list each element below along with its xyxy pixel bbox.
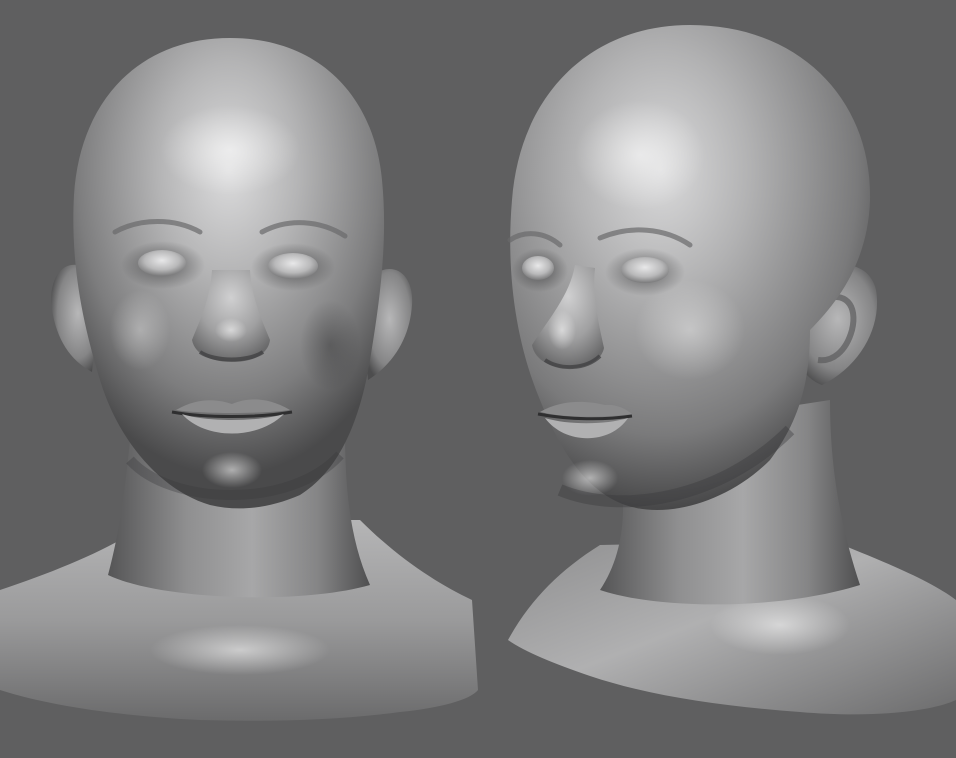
front-left-eye (138, 250, 186, 276)
tq-cheek-highlight (635, 280, 745, 380)
front-chin-highlight (202, 452, 262, 488)
front-right-cheek-shade (300, 300, 360, 390)
front-nose-tip-highlight (215, 318, 247, 342)
tq-right-eye (621, 257, 669, 283)
front-chest-sheen (150, 625, 330, 675)
sculpt-viewport[interactable] (0, 0, 956, 758)
three-quarter-view-bust[interactable] (507, 25, 956, 715)
tq-nose-highlight (548, 310, 576, 350)
front-view-bust[interactable] (0, 38, 478, 721)
render-canvas (0, 25, 956, 721)
tq-forehead-highlight (575, 100, 705, 210)
front-forehead-highlight (160, 105, 300, 195)
front-left-cheek-highlight (110, 290, 170, 370)
front-right-eye (268, 253, 318, 279)
tq-left-eye (522, 256, 554, 280)
